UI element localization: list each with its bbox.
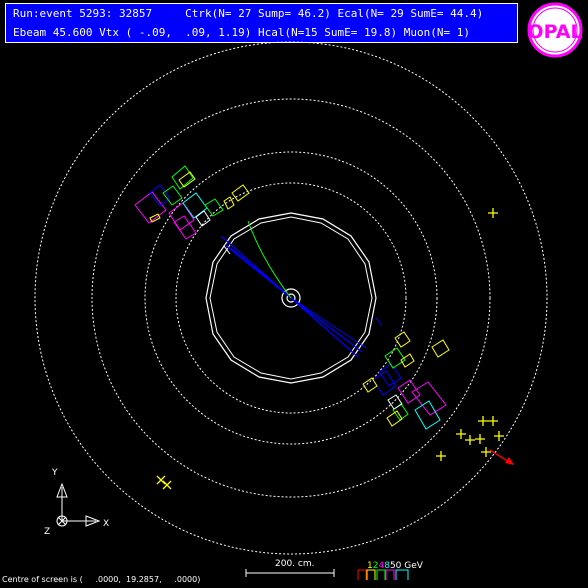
hcal-block-yellow-3: [178, 171, 196, 188]
ecal-block-7: [397, 379, 421, 404]
ecal-block-6: [411, 381, 447, 416]
hit-cross: [494, 431, 504, 441]
hit-cross: [481, 447, 491, 457]
hit-cross: [478, 416, 488, 426]
track-stub-2: [375, 317, 383, 327]
energy-legend-label: 124850 GeV: [367, 561, 423, 571]
muon-arrow: [489, 449, 514, 465]
ecal-block-3: [173, 215, 197, 240]
hit-cross: [436, 451, 446, 461]
scale-bar: [245, 569, 335, 577]
track-4: [290, 297, 363, 353]
ecal-block-white-2: [387, 394, 403, 410]
energy-bar-4: [376, 569, 386, 580]
hit-cross: [488, 208, 498, 218]
hcal-block-yellow-1: [231, 184, 250, 202]
hit-cross: [465, 435, 475, 445]
ecal-block-8: [372, 370, 397, 396]
event-display: [34, 41, 548, 580]
hit-cross: [475, 434, 485, 444]
tracks: [220, 220, 383, 358]
hcal-block-yellow-7: [362, 377, 378, 393]
x-axis-label: X: [103, 519, 110, 529]
hcal-block-yellow-8: [386, 410, 403, 427]
energy-bar-1: [357, 569, 367, 580]
z-axis-label: Z: [44, 527, 51, 537]
hcal-block-green-4: [384, 347, 406, 369]
axis-indicator: [56, 482, 101, 527]
energy-value-50: 50 GeV: [389, 561, 423, 571]
muon-hits: [156, 208, 504, 490]
ecal-block-5: [182, 192, 208, 219]
hcal-block-yellow-9: [400, 353, 415, 368]
hcal-block-yellow-6: [431, 339, 450, 358]
energy-bar-8: [385, 569, 395, 580]
hcal-block-green-2: [162, 185, 183, 206]
calo-cluster-lower-right: [362, 331, 450, 430]
energy-bar-50: [395, 569, 409, 580]
track-green: [247, 220, 292, 299]
ecal-block-9: [378, 363, 402, 387]
ecal-block-10: [414, 400, 441, 430]
track-5: [290, 297, 359, 358]
scale-label: 200. cm.: [275, 559, 315, 569]
centre-of-screen-label: Centre of screen is ( .0000, 19.2857, .0…: [2, 575, 201, 584]
calo-cluster-upper-left: [134, 165, 250, 240]
hit-cross: [456, 429, 466, 439]
track-3: [230, 247, 292, 299]
y-axis-label: Y: [52, 468, 58, 478]
hit-cross: [488, 416, 498, 426]
energy-bar-2: [366, 569, 376, 580]
hcal-block-yellow-5: [394, 331, 411, 348]
energy-legend-bars: [357, 569, 409, 580]
hit-cross: [156, 475, 166, 485]
track-6: [290, 297, 367, 349]
ecal-block-2: [168, 202, 195, 231]
hit-cross: [162, 480, 172, 490]
